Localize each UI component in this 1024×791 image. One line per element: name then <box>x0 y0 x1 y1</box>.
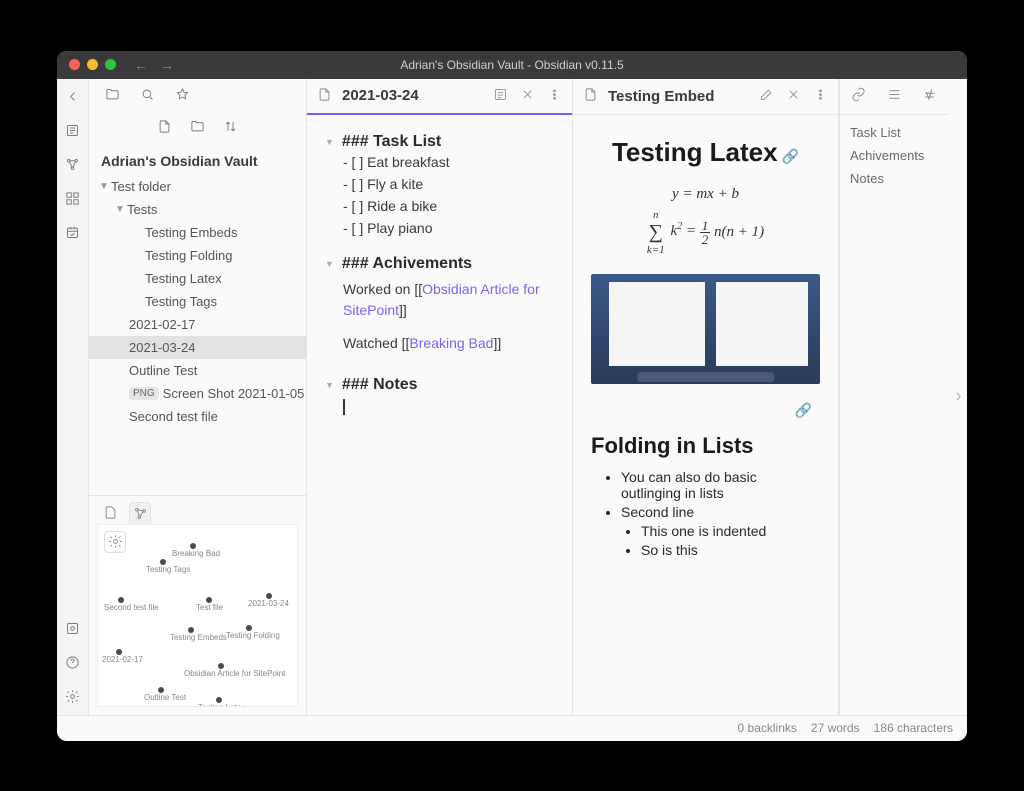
task-item[interactable]: - [ ] Fly a kite <box>325 173 554 195</box>
file-explorer-tab-icon[interactable] <box>105 87 120 105</box>
tree-file[interactable]: Testing Latex <box>89 267 306 290</box>
minimize-window-button[interactable] <box>87 59 98 70</box>
tree-folder[interactable]: ▼Test folder <box>89 175 306 198</box>
outline-item[interactable]: Achivements <box>848 144 941 167</box>
window-title: Adrian's Obsidian Vault - Obsidian v0.11… <box>400 58 623 72</box>
status-bar: 0 backlinks 27 words 186 characters <box>57 715 967 741</box>
preview-content[interactable]: Testing Latex🔗 y = mx + b n∑k=1 k2 = 12 … <box>573 115 838 715</box>
pane-header: Testing Embed <box>573 79 838 115</box>
traffic-lights <box>69 59 116 70</box>
status-wordcount: 27 words <box>811 721 860 735</box>
titlebar: ← → Adrian's Obsidian Vault - Obsidian v… <box>57 51 967 79</box>
document-icon <box>583 87 598 105</box>
graph-canvas[interactable]: Breaking Bad Testing Tags Second test fi… <box>97 524 298 707</box>
outline-tab-icon[interactable] <box>887 87 902 105</box>
embedded-image[interactable] <box>591 274 820 384</box>
search-tab-icon[interactable] <box>140 87 155 105</box>
editor-cursor-line[interactable] <box>325 394 554 419</box>
heading-notes: ### Notes <box>342 376 418 394</box>
outline-panel: Task List Achivements Notes <box>839 79 949 715</box>
heading-achievements: ### Achivements <box>342 255 472 273</box>
pane-header: 2021-03-24 <box>307 79 572 115</box>
latex-equation: n∑k=1 k2 = 12 n(n + 1) <box>591 209 820 256</box>
collapse-left-icon[interactable] <box>65 89 81 105</box>
tree-file[interactable]: 2021-02-17 <box>89 313 306 336</box>
heading-link-icon[interactable]: 🔗 <box>782 148 799 164</box>
tree-folder[interactable]: ▼Tests <box>89 198 306 221</box>
vault-title: Adrian's Obsidian Vault <box>89 147 306 175</box>
graph-tab-file-icon[interactable] <box>99 502 121 524</box>
document-icon <box>317 87 332 105</box>
vault-icon[interactable] <box>65 621 81 637</box>
tree-file-active[interactable]: 2021-03-24 <box>89 336 306 359</box>
pane-title: Testing Embed <box>608 88 749 105</box>
nav-arrows: ← → <box>134 57 174 73</box>
new-folder-icon[interactable] <box>190 119 205 137</box>
outline-item[interactable]: Task List <box>848 121 941 144</box>
editor-content[interactable]: ▼### Task List - [ ] Eat breakfast - [ ]… <box>307 115 572 715</box>
more-options-icon[interactable] <box>547 87 562 105</box>
tree-file[interactable]: PNGScreen Shot 2021-01-05 <box>89 382 306 405</box>
edit-mode-icon[interactable] <box>759 87 774 105</box>
quick-switcher-icon[interactable] <box>65 123 81 139</box>
preview-list: You can also do basic outlinging in list… <box>591 469 820 558</box>
preview-heading: Folding in Lists <box>591 433 820 459</box>
status-charcount: 186 characters <box>874 721 953 735</box>
new-note-icon[interactable] <box>157 119 172 137</box>
tree-file[interactable]: Testing Tags <box>89 290 306 313</box>
close-pane-icon[interactable] <box>786 87 801 105</box>
local-graph-panel: Breaking Bad Testing Tags Second test fi… <box>89 495 306 715</box>
nav-back-icon[interactable]: ← <box>134 57 148 73</box>
list-item: So is this <box>641 542 820 558</box>
tags-tab-icon[interactable] <box>923 87 938 105</box>
graph-view-icon[interactable] <box>65 157 81 173</box>
close-window-button[interactable] <box>69 59 80 70</box>
list-item: Second line This one is indented So is t… <box>621 504 820 558</box>
heading-link-icon[interactable]: 🔗 <box>591 402 812 419</box>
settings-icon[interactable] <box>65 689 81 705</box>
help-icon[interactable] <box>65 655 81 671</box>
status-backlinks[interactable]: 0 backlinks <box>738 721 797 735</box>
editor-panes: 2021-03-24 ▼### Task List - [ ] Eat brea… <box>307 79 839 715</box>
backlinks-icon[interactable] <box>65 191 81 207</box>
nav-forward-icon[interactable]: → <box>160 57 174 73</box>
links-tab-icon[interactable] <box>851 87 866 105</box>
tree-file[interactable]: Outline Test <box>89 359 306 382</box>
preview-mode-icon[interactable] <box>493 87 508 105</box>
graph-settings-icon[interactable] <box>104 531 126 553</box>
list-item: This one is indented <box>641 523 820 539</box>
graph-tab-graph-icon[interactable] <box>129 502 151 524</box>
latex-equation: y = mx + b <box>591 186 820 203</box>
app-window: ← → Adrian's Obsidian Vault - Obsidian v… <box>57 51 967 741</box>
text-line[interactable]: Worked on [[Obsidian Article for SitePoi… <box>325 273 554 327</box>
file-explorer-sidebar: Adrian's Obsidian Vault ▼Test folder ▼Te… <box>89 79 307 715</box>
sort-icon[interactable] <box>223 119 238 137</box>
editor-pane-preview: Testing Embed Testing Latex🔗 y = mx + b … <box>573 79 839 715</box>
close-pane-icon[interactable] <box>520 87 535 105</box>
list-item: You can also do basic outlinging in list… <box>621 469 820 501</box>
pane-title: 2021-03-24 <box>342 87 483 104</box>
outline-item[interactable]: Notes <box>848 167 941 190</box>
preview-heading: Testing Latex🔗 <box>591 137 820 168</box>
heading-tasks: ### Task List <box>342 133 441 151</box>
left-rail <box>57 79 89 715</box>
tree-file[interactable]: Testing Folding <box>89 244 306 267</box>
maximize-window-button[interactable] <box>105 59 116 70</box>
text-cursor <box>343 399 345 415</box>
task-item[interactable]: - [ ] Play piano <box>325 217 554 239</box>
task-item[interactable]: - [ ] Eat breakfast <box>325 151 554 173</box>
app-body: Adrian's Obsidian Vault ▼Test folder ▼Te… <box>57 79 967 715</box>
editor-pane-source: 2021-03-24 ▼### Task List - [ ] Eat brea… <box>307 79 573 715</box>
text-line[interactable]: Watched [[Breaking Bad]] <box>325 327 554 360</box>
daily-note-icon[interactable] <box>65 225 81 241</box>
collapse-right-icon[interactable] <box>949 79 967 715</box>
task-item[interactable]: - [ ] Ride a bike <box>325 195 554 217</box>
tree-file[interactable]: Testing Embeds <box>89 221 306 244</box>
more-options-icon[interactable] <box>813 87 828 105</box>
wikilink[interactable]: Breaking Bad <box>409 335 493 351</box>
file-tree: ▼Test folder ▼Tests Testing Embeds Testi… <box>89 175 306 495</box>
starred-tab-icon[interactable] <box>175 87 190 105</box>
tree-file[interactable]: Second test file <box>89 405 306 428</box>
